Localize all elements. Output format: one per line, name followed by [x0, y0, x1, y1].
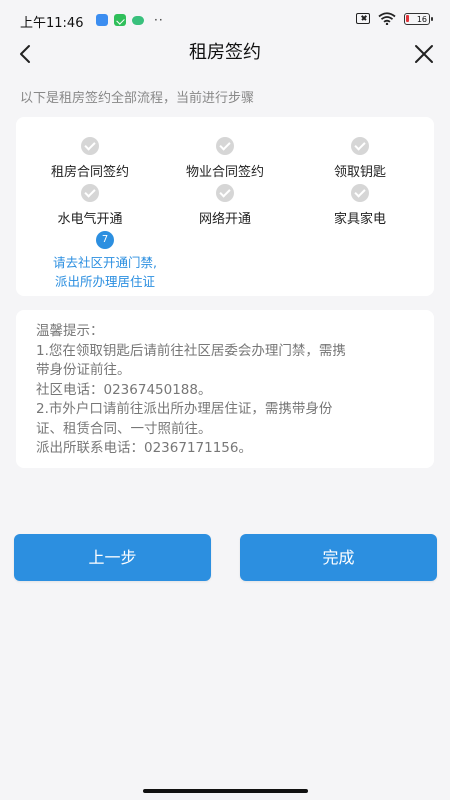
current-step: 7 请去社区开通门禁, 派出所办理居住证 — [30, 231, 180, 291]
current-step-label-line: 请去社区开通门禁, — [53, 255, 157, 270]
wifi-icon — [378, 12, 396, 25]
status-time: 上午11:46 — [20, 16, 84, 31]
tips-line: 证、租赁合同、一寸照前往。 — [36, 420, 212, 437]
app-notification-icon — [96, 14, 108, 26]
step-done-check-icon — [216, 137, 234, 155]
step-label: 家具家电 — [333, 212, 386, 227]
previous-step-button[interactable]: 上一步 — [14, 534, 211, 581]
battery-icon: 16 — [404, 12, 433, 25]
step-item: 家具家电 — [290, 184, 430, 227]
step-label: 物业合同签约 — [185, 165, 264, 180]
tips-line: 温馨提示： — [36, 323, 104, 339]
steps-card: 租房合同签约 物业合同签约 领取钥匙 水电气开通 网络开通 家具家电 7 请去社… — [16, 117, 434, 296]
tips-card: 温馨提示： 1.您在领取钥匙后请前往社区居委会办理门禁，需携 带身份证前往。 社… — [16, 310, 434, 468]
page-title: 租房签约 — [189, 42, 261, 63]
no-sim-icon — [356, 13, 370, 24]
current-step-label-line: 派出所办理居住证 — [54, 274, 155, 289]
chat-notification-icon — [132, 15, 144, 25]
download-notification-icon — [114, 14, 126, 26]
finish-button[interactable]: 完成 — [240, 534, 437, 581]
tips-line: 派出所联系电话：02367171156。 — [36, 440, 252, 456]
more-notifications-indicator: ·· — [154, 13, 164, 27]
close-icon[interactable] — [412, 42, 436, 66]
current-step-badge: 7 — [96, 231, 114, 249]
step-done-check-icon — [81, 184, 99, 202]
tips-line: 带身份证前往。 — [36, 362, 131, 378]
step-label: 水电气开通 — [57, 212, 123, 227]
process-intro-text: 以下是租房签约全部流程，当前进行步骤 — [20, 91, 255, 106]
status-bar: 上午11:46 ·· 16 — [0, 0, 450, 40]
home-indicator[interactable] — [143, 789, 308, 793]
step-item: 网络开通 — [155, 184, 295, 227]
step-done-check-icon — [351, 137, 369, 155]
tips-line: 社区电话：02367450188。 — [36, 381, 212, 398]
step-done-check-icon — [216, 184, 234, 202]
step-label: 领取钥匙 — [333, 165, 386, 180]
tips-line: 1.您在领取钥匙后请前往社区居委会办理门禁，需携 — [36, 342, 346, 359]
step-item: 租房合同签约 — [20, 137, 160, 180]
nav-bar: 租房签约 — [0, 40, 450, 68]
step-item: 领取钥匙 — [290, 137, 430, 180]
step-label: 网络开通 — [198, 212, 251, 227]
current-step-label: 请去社区开通门禁, 派出所办理居住证 — [30, 253, 180, 291]
step-done-check-icon — [81, 137, 99, 155]
tips-text: 温馨提示： 1.您在领取钥匙后请前往社区居委会办理门禁，需携 带身份证前往。 社… — [36, 322, 416, 459]
system-status-icons: 16 — [356, 12, 433, 25]
notification-icons: ·· — [96, 13, 164, 27]
step-item: 水电气开通 — [20, 184, 160, 227]
step-done-check-icon — [351, 184, 369, 202]
tips-line: 2.市外户口请前往派出所办理居住证，需携带身份 — [36, 401, 333, 417]
step-label: 租房合同签约 — [50, 165, 129, 180]
step-item: 物业合同签约 — [155, 137, 295, 180]
